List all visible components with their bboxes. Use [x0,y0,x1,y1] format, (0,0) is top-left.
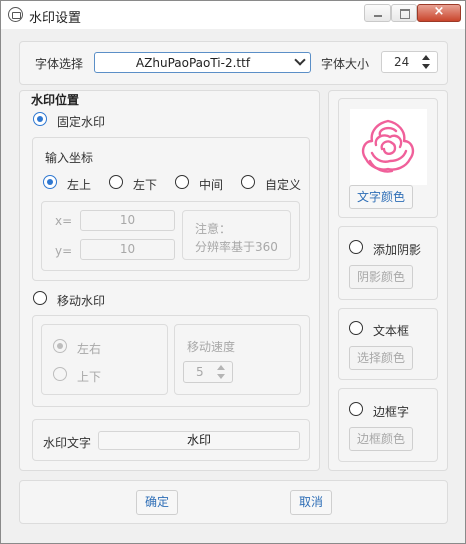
decrement-icon[interactable] [422,64,430,69]
speed-stepper[interactable]: 5 [183,361,233,383]
app-icon [8,7,23,22]
shadow-radio[interactable] [349,240,363,254]
up-down-label: 上下 [77,370,102,384]
custom-radio[interactable] [241,175,255,189]
fixed-watermark-radio[interactable] [33,112,47,126]
close-button[interactable]: × [417,4,461,22]
ok-button[interactable]: 确定 [136,490,178,515]
speed-value: 5 [196,365,204,379]
y-label: y= [55,244,73,258]
top-left-label: 左上 [67,178,92,192]
x-input[interactable]: 10 [80,210,175,231]
settings-window: 水印设置 × 字体选择 AZhuPaoPaoTi-2.ttf 字体大小 24 水… [0,0,466,544]
rose-icon [361,119,415,173]
speed-increment-icon[interactable] [217,365,225,370]
cancel-button[interactable]: 取消 [290,490,332,515]
rose-preview-image [350,109,427,185]
bottom-left-label: 左下 [133,178,158,192]
shadow-color-button[interactable]: 阴影颜色 [349,265,413,289]
window-title: 水印设置 [29,11,82,26]
custom-label: 自定义 [265,178,302,192]
chevron-down-icon[interactable] [294,54,306,66]
note-title: 注意： [195,222,232,236]
font-size-value: 24 [394,55,410,69]
textbox-color-button[interactable]: 选择颜色 [349,346,413,370]
border-label: 边框字 [373,405,410,419]
text-color-button[interactable]: 文字颜色 [349,185,413,209]
textbox-label: 文本框 [373,324,410,338]
x-label: x= [55,214,73,228]
up-down-radio[interactable] [53,367,67,381]
watermark-text-input[interactable]: 水印 [98,431,300,450]
speed-decrement-icon[interactable] [217,374,225,379]
increment-icon[interactable] [422,55,430,60]
font-select[interactable]: AZhuPaoPaoTi-2.ttf [94,52,311,73]
watermark-text-label: 水印文字 [43,436,92,450]
speed-label: 移动速度 [187,340,236,354]
fixed-watermark-label: 固定水印 [57,115,106,129]
left-right-radio[interactable] [53,339,67,353]
shadow-label: 添加阴影 [373,243,422,257]
font-select-label: 字体选择 [35,57,84,71]
center-radio[interactable] [175,175,189,189]
border-color-button[interactable]: 边框颜色 [349,427,413,451]
position-legend: 水印位置 [31,93,80,107]
title-bar[interactable]: 水印设置 × [1,1,465,29]
coordinate-legend: 输入坐标 [45,151,94,165]
footer-panel [19,480,448,524]
textbox-radio[interactable] [349,321,363,335]
y-input[interactable]: 10 [80,239,175,260]
left-right-label: 左右 [77,342,102,356]
moving-watermark-radio[interactable] [33,291,47,305]
font-size-label: 字体大小 [321,57,370,71]
bottom-left-radio[interactable] [109,175,123,189]
moving-watermark-label: 移动水印 [57,294,106,308]
speed-group [174,324,301,395]
direction-group [41,324,168,395]
font-size-stepper[interactable]: 24 [381,51,438,73]
font-select-value: AZhuPaoPaoTi-2.ttf [135,56,251,70]
border-radio[interactable] [349,402,363,416]
maximize-button[interactable] [391,4,417,22]
note-text: 分辨率基于360 [195,240,278,254]
minimize-button[interactable] [364,4,391,22]
close-icon: × [433,4,445,19]
top-left-radio[interactable] [43,175,57,189]
center-label: 中间 [199,178,224,192]
